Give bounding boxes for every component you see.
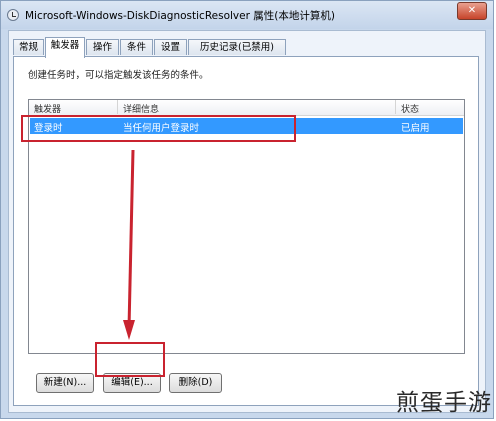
tab-triggers[interactable]: 触发器 [45,37,85,58]
new-button[interactable]: 新建(N)... [36,373,94,393]
column-divider[interactable] [117,100,118,114]
row-highlight-box [21,115,296,142]
title-bar[interactable]: Microsoft-Windows-DiskDiagnosticResolver… [1,1,493,29]
watermark-text: 煎蛋手游 [396,390,492,416]
tab-conditions[interactable]: 条件 [120,39,153,55]
tab-settings[interactable]: 设置 [154,39,187,55]
triggers-panel: 创建任务时，可以指定触发该任务的条件。 触发器 详细信息 状态 登录时 当任何用… [13,56,479,406]
edit-button-highlight-box [95,342,165,377]
list-header: 触发器 详细信息 状态 [29,100,464,116]
tab-history[interactable]: 历史记录(已禁用) [188,39,286,55]
delete-button[interactable]: 删除(D) [169,373,222,393]
window-title: Microsoft-Windows-DiskDiagnosticResolver… [25,10,335,22]
column-header-details[interactable]: 详细信息 [123,102,159,115]
column-divider[interactable] [395,100,396,114]
panel-description: 创建任务时，可以指定触发该任务的条件。 [28,70,209,81]
column-header-status[interactable]: 状态 [401,102,419,115]
tab-general[interactable]: 常规 [13,39,44,55]
close-button[interactable]: ✕ [457,2,487,20]
row-status-cell: 已启用 [401,123,430,134]
column-header-trigger[interactable]: 触发器 [34,102,61,115]
clock-icon [7,9,19,21]
properties-window: Microsoft-Windows-DiskDiagnosticResolver… [0,0,494,419]
tab-actions[interactable]: 操作 [86,39,119,55]
down-arrow-icon [123,150,135,340]
dialog-client-area: 常规 触发器 操作 条件 设置 历史记录(已禁用) 创建任务时，可以指定触发该任… [8,30,486,413]
